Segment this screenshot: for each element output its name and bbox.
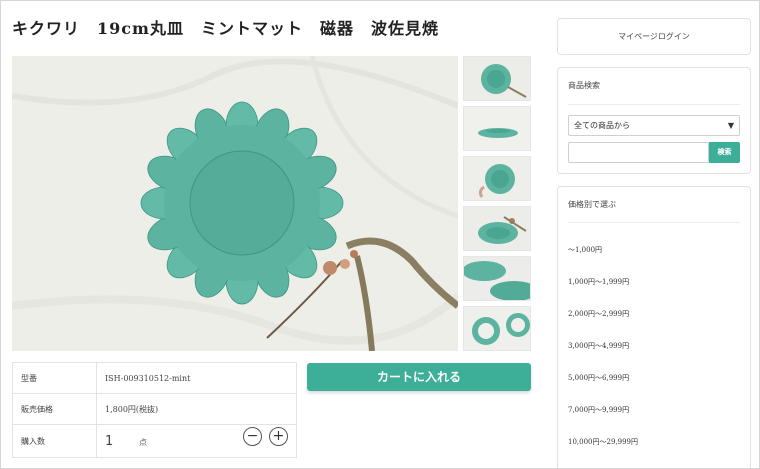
thumbnail-list: [463, 56, 531, 356]
thumbnail-1[interactable]: [463, 56, 531, 101]
price-filter-panel: 価格別で選ぶ 〜1,000円 1,000円〜1,999円 2,000円〜2,99…: [557, 186, 751, 468]
quantity-unit: 点: [139, 437, 147, 447]
price-range-link[interactable]: 5,000円〜6,999円: [568, 373, 629, 383]
product-title: キクワリ 19cm丸皿 ミントマット 磁器 波佐見焼: [12, 19, 439, 38]
thumbnail-2[interactable]: [463, 106, 531, 151]
price-value: 1,800円(税抜): [96, 393, 297, 425]
quantity-minus-button[interactable]: −: [243, 427, 262, 446]
price-range-link[interactable]: 1,000円〜1,999円: [568, 277, 629, 287]
price-range-link[interactable]: 3,000円〜4,999円: [568, 341, 629, 351]
table-row: 販売価格 1,800円(税抜): [12, 393, 297, 425]
search-scope-select[interactable]: 全ての商品から ▼: [568, 115, 740, 136]
price-range-link[interactable]: 10,000円〜29,999円: [568, 437, 638, 447]
price-range-link[interactable]: 7,000円〜9,999円: [568, 405, 629, 415]
table-row: 型番 ISH-009310512-mint: [12, 362, 297, 394]
quantity-cell: 1点: [96, 424, 297, 458]
mypage-login-button[interactable]: マイページログイン: [557, 18, 751, 55]
product-search-panel: 商品検索 全ての商品から ▼ 検索: [557, 67, 751, 174]
chevron-down-icon: ▼: [727, 121, 734, 130]
model-number-value: ISH-009310512-mint: [96, 362, 297, 394]
thumbnail-3[interactable]: [463, 156, 531, 201]
search-input[interactable]: [568, 142, 709, 163]
search-scope-value: 全ての商品から: [574, 121, 630, 130]
quantity-label: 購入数: [12, 424, 97, 458]
main-product-image[interactable]: [12, 56, 458, 351]
price-filter-heading: 価格別で選ぶ: [568, 200, 616, 209]
page-frame: キクワリ 19cm丸皿 ミントマット 磁器 波佐見焼 型番 ISH-009310…: [0, 0, 760, 469]
price-label: 販売価格: [12, 393, 97, 425]
thumbnail-5[interactable]: [463, 256, 531, 301]
model-number-label: 型番: [12, 362, 97, 394]
divider: [568, 222, 740, 223]
price-range-link[interactable]: 2,000円〜2,999円: [568, 309, 629, 319]
quantity-input[interactable]: 1: [105, 434, 139, 449]
thumbnail-6[interactable]: [463, 306, 531, 351]
divider: [568, 104, 740, 105]
quantity-plus-button[interactable]: +: [269, 427, 288, 446]
price-range-link[interactable]: 〜1,000円: [568, 245, 602, 255]
thumbnail-4[interactable]: [463, 206, 531, 251]
add-to-cart-button[interactable]: カートに入れる: [307, 363, 531, 391]
search-button[interactable]: 検索: [709, 142, 740, 163]
search-heading: 商品検索: [568, 81, 600, 90]
plate-image: [140, 101, 344, 305]
